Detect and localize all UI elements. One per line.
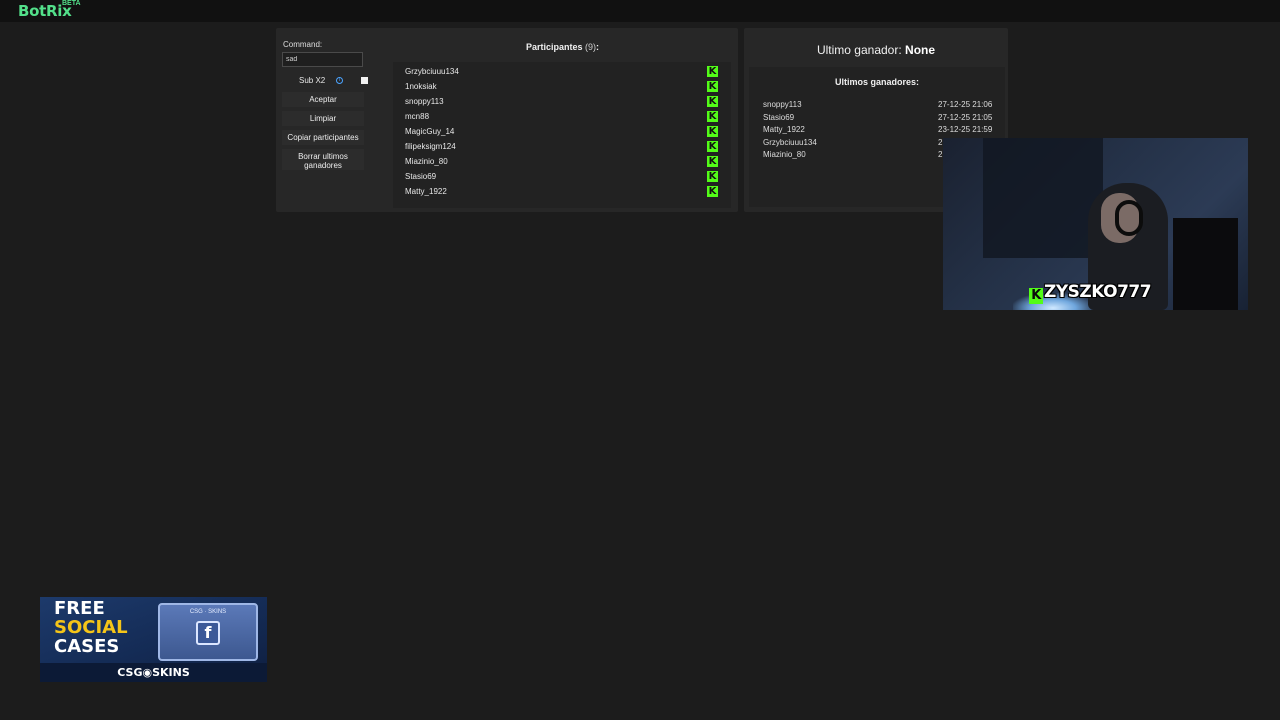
winner-name: snoppy113: [763, 100, 802, 109]
winner-name: Grzybciuuu134: [763, 137, 817, 147]
facebook-icon: f: [196, 621, 220, 645]
list-item: mcn88 K: [393, 110, 731, 125]
winner-row: Matty_1922 23-12-25 21:59: [749, 125, 1005, 137]
winner-date: 23-12-25 21:59: [938, 125, 993, 134]
participant-name: Stasio69: [405, 172, 437, 181]
webcam-background: [983, 138, 1103, 258]
participants-title: Participantes (9):: [526, 42, 599, 52]
winner-row: snoppy113 27-12-25 21:06: [749, 100, 1005, 112]
list-item: Stasio69 K: [393, 170, 731, 185]
streamer-name-overlay: K ZYSZKO777: [1029, 282, 1152, 304]
list-item: snoppy113 K: [393, 95, 731, 110]
participants-title-text: Participantes: [526, 42, 583, 52]
participants-list: Grzybciuuu134 K 1noksiak K snoppy113 K m…: [393, 62, 731, 208]
kick-icon: K: [707, 96, 718, 107]
participant-name: filipeksigm124: [405, 142, 456, 151]
winner-date: 2: [938, 137, 943, 147]
winner-name: Stasio69: [763, 112, 795, 122]
delete-winners-button[interactable]: Borrar ultimos ganadores: [282, 149, 364, 170]
sub-x2-label: Sub X2: [299, 76, 326, 85]
last-winner: Ultimo ganador: None: [744, 43, 1008, 57]
streamer-name: ZYSZKO777: [1044, 282, 1152, 302]
kick-icon: K: [707, 126, 718, 137]
kick-logo-icon: K: [1029, 288, 1043, 304]
participants-colon: :: [596, 42, 600, 52]
kick-icon: K: [707, 186, 718, 197]
winner-date: 27-12-25 21:06: [938, 100, 993, 109]
kick-icon: K: [707, 81, 718, 92]
headset-icon: [1115, 200, 1143, 236]
ad-line-social: SOCIAL: [54, 617, 128, 638]
winner-name: Matty_1922: [763, 125, 805, 134]
kick-icon: K: [707, 156, 718, 167]
list-item: Miazinio_80 K: [393, 155, 731, 170]
ad-line-free: FREE: [54, 598, 105, 619]
participant-name: MagicGuy_14: [405, 127, 455, 136]
command-label: Command:: [283, 40, 323, 49]
sub-multiplier-row: Sub X2 i: [282, 76, 370, 88]
case-box-label: CSG · SKINS: [189, 609, 227, 615]
participant-name: Grzybciuuu134: [405, 67, 459, 76]
winner-name: Miazinio_80: [763, 150, 806, 159]
participant-name: mcn88: [405, 112, 430, 121]
kick-icon: K: [707, 141, 718, 152]
list-item: Matty_1922 K: [393, 185, 731, 200]
top-bar: BotRix BETA: [0, 0, 1280, 22]
last-winner-value: None: [905, 43, 936, 57]
beta-badge: BETA: [62, 0, 81, 7]
winner-row: Stasio69 27-12-25 21:05: [749, 113, 1005, 125]
accept-button[interactable]: Aceptar: [282, 92, 364, 107]
ad-brand-strip: CSG◉SKINS: [40, 663, 267, 682]
kick-icon: K: [707, 66, 718, 77]
participant-name: Matty_1922: [405, 187, 447, 196]
webcam-doorway: [1173, 218, 1238, 310]
case-box-image: CSG · SKINS f: [158, 603, 258, 661]
clear-button[interactable]: Limpiar: [282, 111, 364, 126]
list-item: Grzybciuuu134 K: [393, 65, 731, 80]
webcam-overlay: K ZYSZKO777: [943, 138, 1248, 310]
csgoskins-logo: CSG◉SKINS: [117, 666, 190, 679]
participant-name: snoppy113: [405, 97, 444, 106]
copy-participants-button[interactable]: Copiar participantes: [282, 130, 364, 145]
sub-x2-checkbox[interactable]: [361, 77, 368, 84]
command-input[interactable]: [282, 52, 363, 67]
participant-name: Miazinio_80: [405, 157, 448, 166]
winner-date: 2: [938, 150, 943, 159]
kick-icon: K: [707, 171, 718, 182]
winner-date: 27-12-25 21:05: [938, 112, 993, 122]
info-icon[interactable]: i: [336, 77, 343, 84]
participants-count: (9): [585, 42, 597, 52]
kick-icon: K: [707, 111, 718, 122]
list-item: 1noksiak K: [393, 80, 731, 95]
last-winner-label: Ultimo ganador:: [816, 43, 902, 57]
ad-banner[interactable]: FREE SOCIAL CASES CSG · SKINS f CSG◉SKIN…: [40, 597, 267, 682]
ad-line-cases: CASES: [54, 636, 120, 657]
recent-winners-title: Ultimos ganadores:: [834, 77, 919, 87]
list-item: MagicGuy_14 K: [393, 125, 731, 140]
participant-name: 1noksiak: [405, 82, 437, 91]
list-item: filipeksigm124 K: [393, 140, 731, 155]
giveaway-panel: Command: Sub X2 i Aceptar Limpiar Copiar…: [276, 28, 738, 212]
